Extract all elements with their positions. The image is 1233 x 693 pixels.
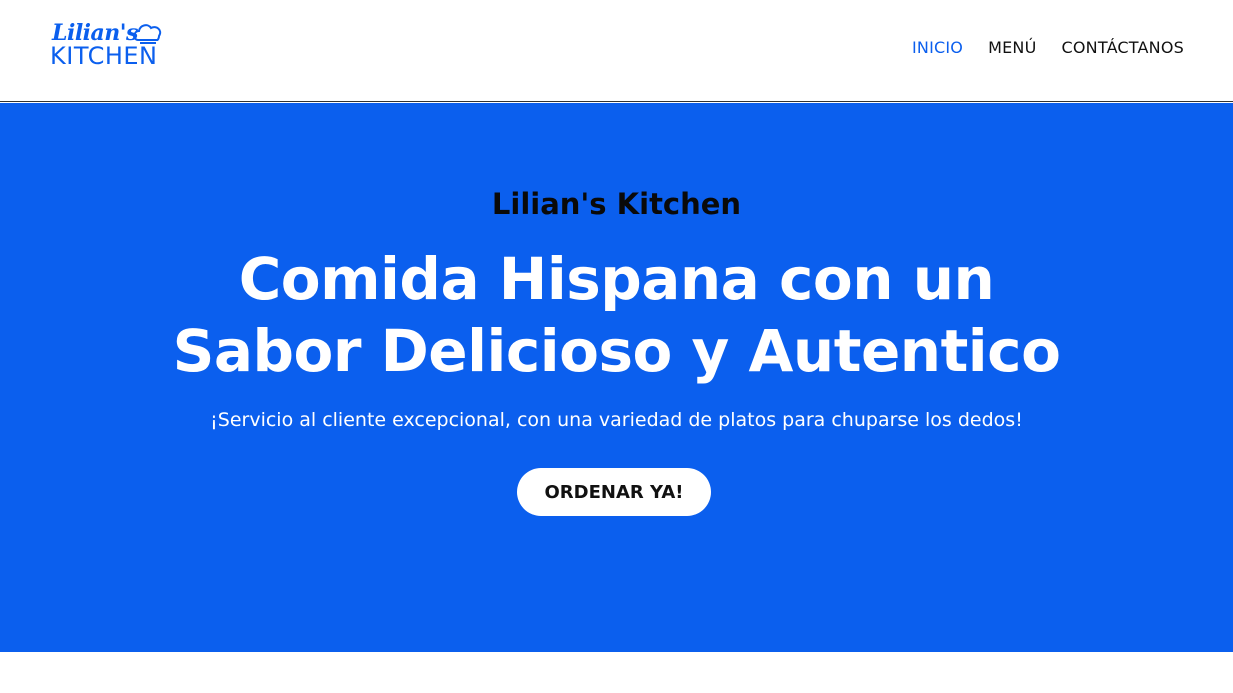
nav-link-contactanos[interactable]: CONTÁCTANOS (1062, 38, 1185, 57)
hero-kicker: Lilian's Kitchen (491, 187, 742, 221)
site-logo[interactable]: Lilian's KITCHEN (50, 20, 175, 72)
site-header: Lilian's KITCHEN INICIO MENÚ CONTÁCTANOS (0, 0, 1233, 102)
hero-title-line-1: Comida Hispana con un (238, 245, 995, 313)
hero-section: Lilian's Kitchen Comida Hispana con un S… (0, 103, 1233, 652)
nav-link-inicio[interactable]: INICIO (912, 38, 963, 57)
nav-link-menu[interactable]: MENÚ (988, 38, 1036, 57)
hero-subtitle: ¡Servicio al cliente excepcional, con un… (210, 409, 1023, 431)
order-now-button[interactable]: ORDENAR YA! (517, 468, 711, 516)
hero-title-line-2: Sabor Delicioso y Autentico (172, 317, 1061, 385)
main-nav: INICIO MENÚ CONTÁCTANOS (912, 38, 1184, 57)
logo-text-bottom: KITCHEN (50, 42, 158, 70)
hero-title: Comida Hispana con un Sabor Delicioso y … (0, 243, 1233, 387)
